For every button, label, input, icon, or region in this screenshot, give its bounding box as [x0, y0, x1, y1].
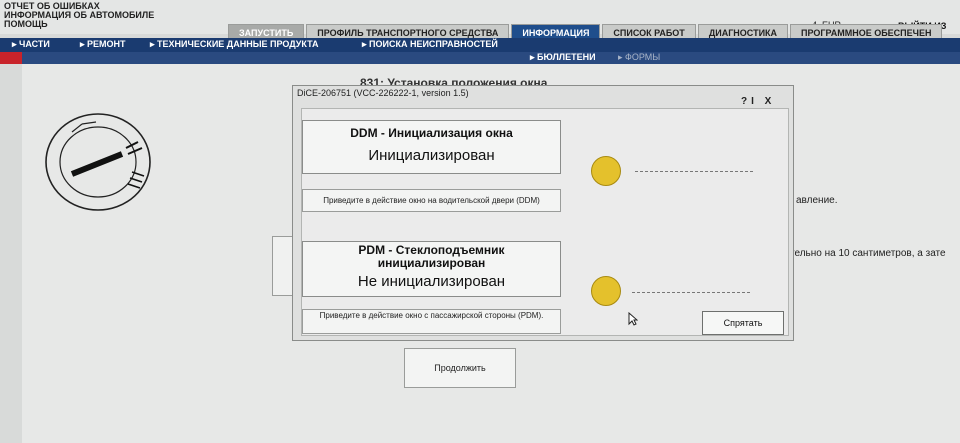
- nav-tech-data[interactable]: ▸ ТЕХНИЧЕСКИЕ ДАННЫЕ ПРОДУКТА: [150, 39, 319, 50]
- instruction-text-2: тельно на 10 сантиметров, а зате: [790, 248, 946, 259]
- sub-nav-bar: ▸ БЮЛЛЕТЕНИ ▸ ФОРМЫ: [0, 52, 960, 64]
- dialog-body: DDM - Инициализация окна Инициализирован…: [301, 108, 789, 336]
- window-switch-diagram: [45, 113, 151, 211]
- menu-help[interactable]: ПОМОЩЬ: [4, 20, 154, 29]
- pdm-status: Не инициализирован: [357, 273, 506, 290]
- nav-parts[interactable]: ▸ ЧАСТИ: [12, 39, 50, 50]
- ddm-status: Инициализирован: [368, 147, 495, 164]
- dialog-window-buttons[interactable]: ?I X: [741, 96, 775, 107]
- pdm-indicator-icon: [591, 276, 621, 306]
- ddm-status-box: DDM - Инициализация окна Инициализирован: [302, 120, 561, 174]
- nav-troubleshooting-label: ПОИСКА НЕИСПРАВНОСТЕЙ: [369, 39, 498, 49]
- nav-bulletins[interactable]: ▸ БЮЛЛЕТЕНИ: [530, 52, 596, 63]
- nav-troubleshooting[interactable]: ▸ ПОИСКА НЕИСПРАВНОСТЕЙ: [362, 39, 498, 50]
- pdm-title: PDM - Стеклоподъемник инициализирован: [358, 243, 505, 270]
- side-marker: [0, 52, 22, 64]
- dice-dialog: DiCE-206751 (VCC-226222-1, version 1.5) …: [292, 85, 794, 341]
- ddm-title: DDM - Инициализация окна: [350, 126, 513, 140]
- nav-parts-label: ЧАСТИ: [19, 39, 50, 49]
- ddm-divider: [635, 171, 753, 172]
- nav-forms-label: ФОРМЫ: [625, 52, 661, 62]
- ddm-action-button[interactable]: Приведите в действие окно на водительско…: [302, 189, 561, 212]
- nav-tech-data-label: ТЕХНИЧЕСКИЕ ДАННЫЕ ПРОДУКТА: [157, 39, 319, 49]
- ddm-indicator-icon: [591, 156, 621, 186]
- pdm-status-box: PDM - Стеклоподъемник инициализирован Не…: [302, 241, 561, 297]
- instruction-text: авление.: [796, 195, 838, 206]
- nav-repair-label: РЕМОНТ: [87, 39, 126, 49]
- pdm-action-button[interactable]: Приведите в действие окно с пассажирской…: [302, 309, 561, 334]
- top-menu: ОТЧЕТ ОБ ОШИБКАХ ИНФОРМАЦИЯ ОБ АВТОМОБИЛ…: [4, 2, 154, 29]
- nav-bar: ▸ ЧАСТИ ▸ РЕМОНТ ▸ ТЕХНИЧЕСКИЕ ДАННЫЕ ПР…: [0, 38, 960, 52]
- nav-forms[interactable]: ▸ ФОРМЫ: [618, 52, 660, 63]
- mouse-cursor-icon: [628, 312, 638, 326]
- hide-button[interactable]: Спрятать: [702, 311, 784, 335]
- dialog-title: DiCE-206751 (VCC-226222-1, version 1.5): [297, 88, 469, 98]
- nav-bulletins-label: БЮЛЛЕТЕНИ: [537, 52, 596, 62]
- nav-repair[interactable]: ▸ РЕМОНТ: [80, 39, 126, 50]
- pdm-divider: [632, 292, 750, 293]
- continue-button[interactable]: Продолжить: [404, 348, 516, 388]
